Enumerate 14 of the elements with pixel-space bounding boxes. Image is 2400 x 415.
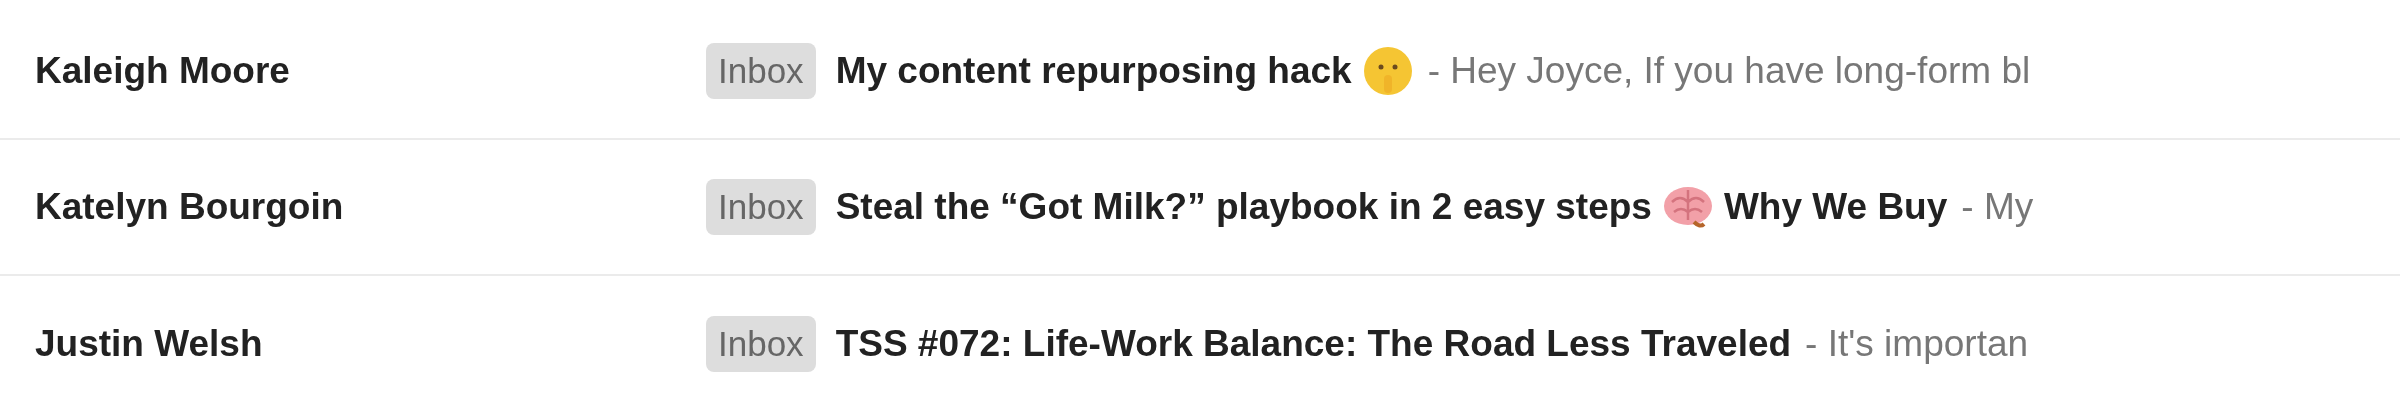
subject-text: My content repurposing hack [835, 50, 1352, 92]
message-snippet: - My [1961, 186, 2034, 228]
subject-text: Why We Buy [1723, 186, 1948, 228]
inbox-label: Inbox [706, 43, 816, 99]
inbox-label: Inbox [706, 316, 816, 372]
inbox-label: Inbox [706, 179, 816, 235]
sender-name: Kaleigh Moore [34, 50, 291, 92]
subject-text: TSS #072: Life-Work Balance: The Road Less Traveled [835, 323, 1792, 365]
sender-name: Justin Welsh [34, 323, 264, 365]
message-snippet: - Hey Joyce, If you have long-form bl [1427, 50, 2031, 92]
message-snippet: - It's importan [1805, 323, 2029, 365]
subject-text: Steal the “Got Milk?” playbook in 2 easy steps [835, 186, 1652, 228]
shushing-face-icon [1361, 45, 1414, 97]
sender-name: Katelyn Bourgoin [34, 186, 345, 228]
